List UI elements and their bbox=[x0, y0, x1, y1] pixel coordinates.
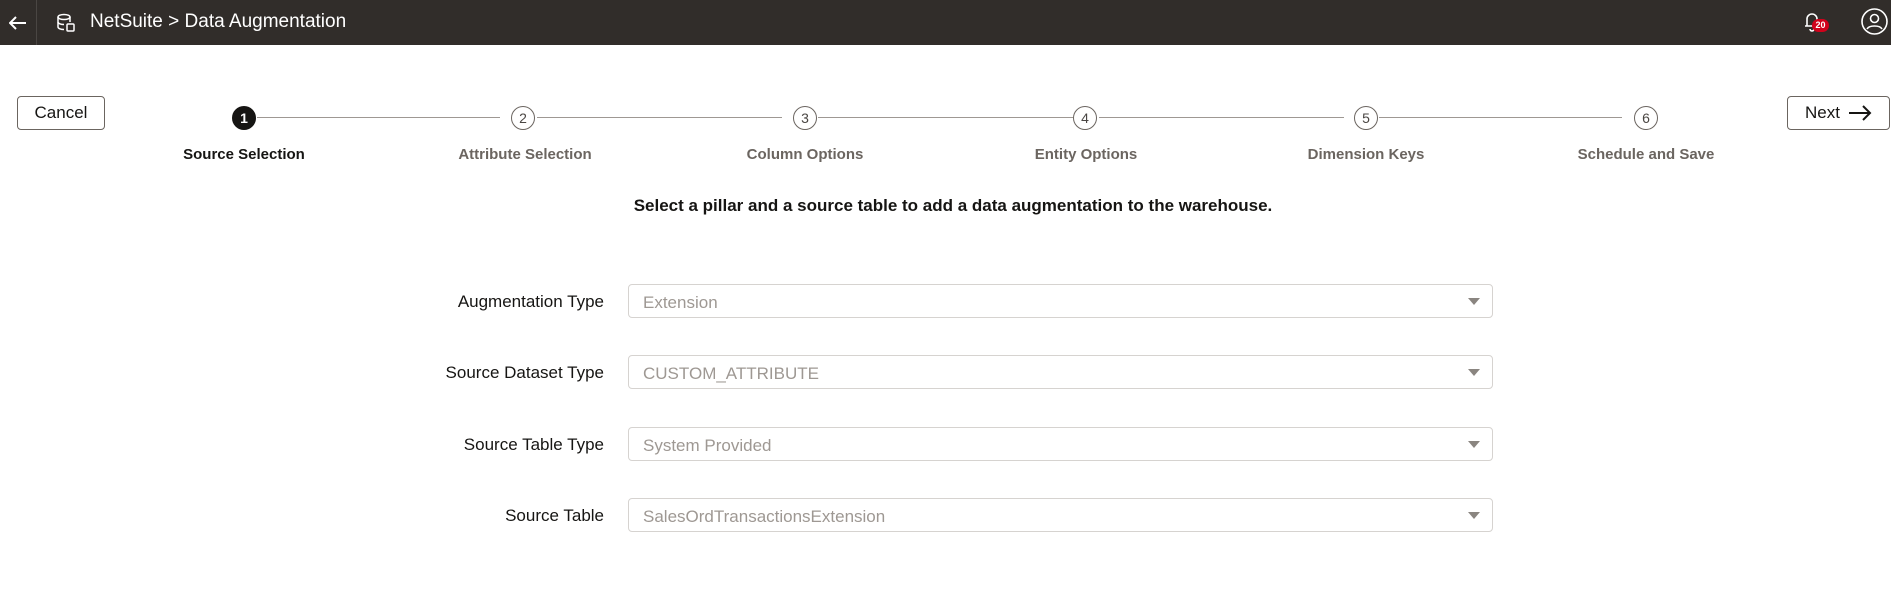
source-table-type-select[interactable]: System Provided bbox=[628, 427, 1493, 461]
step-connector bbox=[537, 117, 782, 118]
source-table-type-label: Source Table Type bbox=[463, 435, 604, 454]
source-table-type-value: System Provided bbox=[643, 436, 772, 455]
source-table-value: SalesOrdTransactionsExtension bbox=[643, 507, 886, 526]
step-1-indicator[interactable]: 1 bbox=[232, 106, 256, 130]
arrow-right-icon bbox=[1848, 105, 1872, 121]
source-table-select[interactable]: SalesOrdTransactionsExtension bbox=[628, 498, 1493, 532]
page-title: NetSuite > Data Augmentation bbox=[90, 11, 347, 32]
step-connector bbox=[1379, 117, 1622, 118]
augmentation-type-select[interactable]: Extension bbox=[628, 284, 1493, 318]
back-button[interactable] bbox=[0, 0, 37, 45]
step-connector bbox=[1099, 117, 1344, 118]
step-1-label: Source Selection bbox=[183, 146, 305, 163]
step-3-indicator[interactable]: 3 bbox=[793, 106, 817, 130]
arrow-left-icon bbox=[9, 15, 26, 30]
next-button[interactable]: Next bbox=[1787, 96, 1890, 130]
step-2-indicator[interactable]: 2 bbox=[511, 106, 535, 130]
source-dataset-type-label: Source Dataset Type bbox=[445, 363, 604, 382]
source-table-label: Source Table bbox=[505, 506, 604, 525]
step-3-label: Column Options bbox=[746, 146, 864, 163]
source-dataset-type-select[interactable]: CUSTOM_ATTRIBUTE bbox=[628, 355, 1493, 389]
database-icon bbox=[57, 13, 75, 32]
step-5-indicator[interactable]: 5 bbox=[1354, 106, 1378, 130]
step-4-indicator[interactable]: 4 bbox=[1073, 106, 1097, 130]
step-2-label: Attribute Selection bbox=[458, 146, 592, 163]
step-6-label: Schedule and Save bbox=[1577, 146, 1715, 163]
step-6-indicator[interactable]: 6 bbox=[1634, 106, 1658, 130]
notification-badge: 20 bbox=[1812, 19, 1829, 32]
step-connector bbox=[257, 117, 500, 118]
cancel-button[interactable]: Cancel bbox=[17, 96, 105, 130]
step-connector bbox=[818, 117, 1073, 118]
step-5-label: Dimension Keys bbox=[1307, 146, 1425, 163]
augmentation-type-label: Augmentation Type bbox=[457, 292, 604, 311]
next-button-label: Next bbox=[1805, 103, 1840, 122]
top-bar: NetSuite > Data Augmentation 20 bbox=[0, 0, 1891, 45]
user-avatar-icon[interactable] bbox=[1860, 7, 1889, 36]
chevron-down-icon bbox=[1468, 369, 1480, 376]
step-4-label: Entity Options bbox=[1034, 146, 1138, 163]
chevron-down-icon bbox=[1468, 298, 1480, 305]
source-dataset-type-value: CUSTOM_ATTRIBUTE bbox=[643, 364, 819, 383]
chevron-down-icon bbox=[1468, 512, 1480, 519]
augmentation-type-value: Extension bbox=[643, 293, 718, 312]
instruction-text: Select a pillar and a source table to ad… bbox=[633, 196, 1273, 215]
chevron-down-icon bbox=[1468, 441, 1480, 448]
